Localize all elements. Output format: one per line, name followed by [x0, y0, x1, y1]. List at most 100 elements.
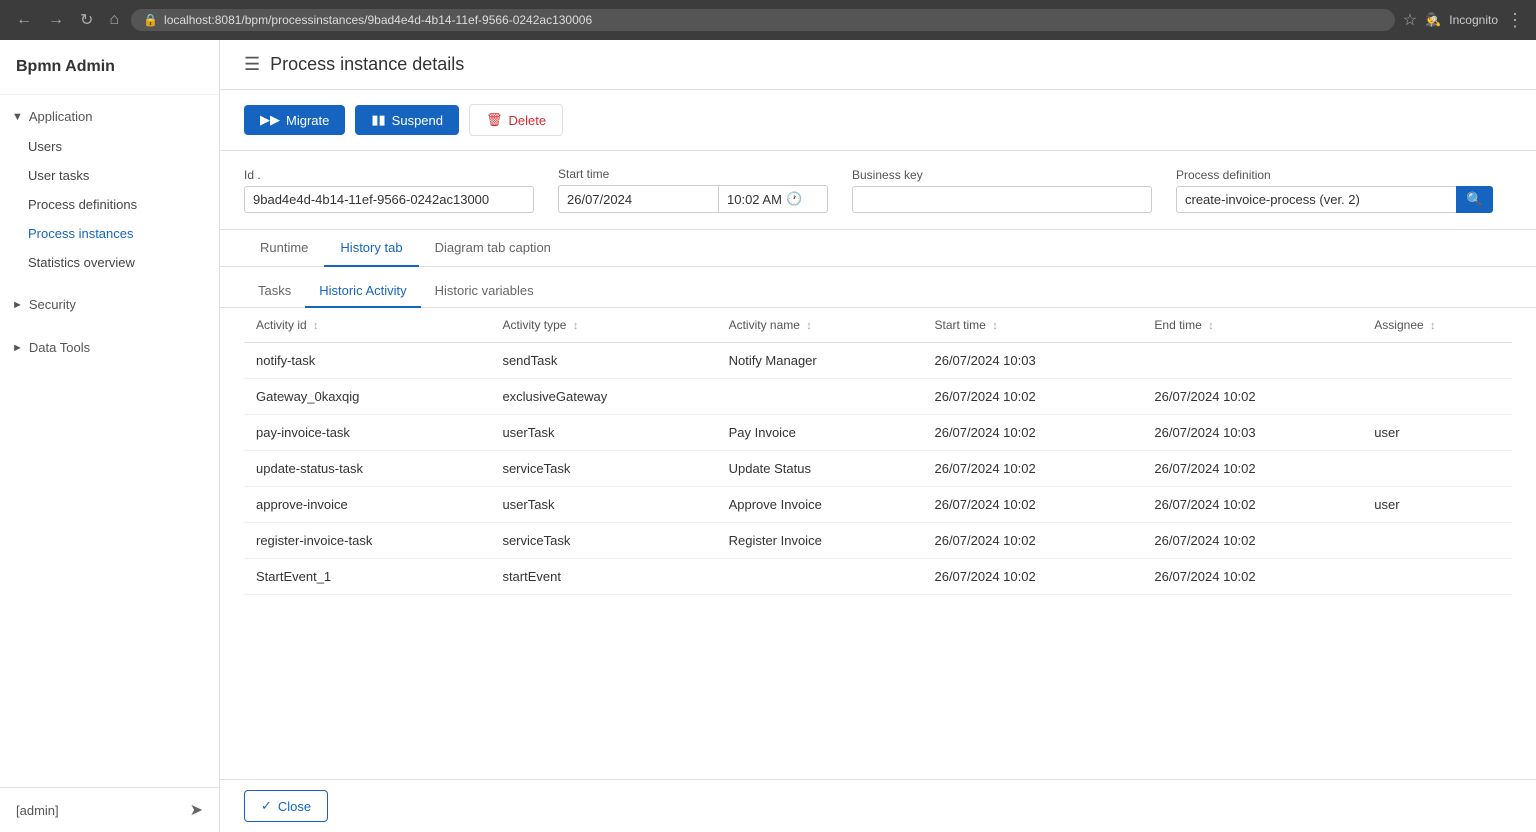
cell-assignee	[1362, 523, 1512, 559]
reload-button[interactable]: ↻	[76, 6, 97, 34]
id-input[interactable]	[244, 186, 534, 213]
url-bar[interactable]: 🔒 localhost:8081/bpm/processinstances/9b…	[131, 9, 1395, 31]
bookmark-icon[interactable]: ☆	[1403, 10, 1417, 30]
secondary-tabs: Tasks Historic Activity Historic variabl…	[220, 267, 1536, 308]
sidebar-title: Bpmn Admin	[0, 40, 219, 95]
cell-end-time: 26/07/2024 10:02	[1142, 559, 1362, 595]
sidebar-item-process-instances[interactable]: Process instances	[0, 219, 219, 248]
sidebar-group-application[interactable]: ▼ Application	[0, 101, 219, 132]
footer-user: [admin]	[16, 803, 59, 818]
start-date-input[interactable]	[558, 185, 718, 213]
historic-activity-table: Activity id ↕ Activity type ↕ Activity n…	[244, 308, 1512, 595]
sort-icon-end-time: ↕	[1208, 320, 1214, 332]
chevron-down-icon: ▼	[12, 111, 23, 123]
cell-start-time: 26/07/2024 10:02	[922, 487, 1142, 523]
home-button[interactable]: ⌂	[105, 7, 123, 33]
col-activity-id[interactable]: Activity id ↕	[244, 308, 490, 343]
cell-activity-name	[717, 379, 923, 415]
tab-tasks[interactable]: Tasks	[244, 275, 305, 308]
suspend-button[interactable]: ▮▮ Suspend	[355, 105, 459, 135]
cell-assignee	[1362, 451, 1512, 487]
page-title: Process instance details	[270, 54, 464, 75]
cell-assignee	[1362, 343, 1512, 379]
more-icon[interactable]: ⋮	[1506, 10, 1524, 31]
logout-icon[interactable]: ➤	[190, 800, 203, 820]
cell-activity-name	[717, 559, 923, 595]
sidebar-group-data-tools[interactable]: ► Data Tools	[0, 332, 219, 363]
field-id: Id .	[244, 168, 534, 213]
tab-runtime[interactable]: Runtime	[244, 230, 324, 267]
cell-assignee: user	[1362, 487, 1512, 523]
forward-button[interactable]: →	[44, 7, 68, 33]
table-row: approve-invoiceuserTaskApprove Invoice26…	[244, 487, 1512, 523]
sidebar-item-users[interactable]: Users	[0, 132, 219, 161]
back-button[interactable]: ←	[12, 7, 36, 33]
table-row: StartEvent_1startEvent 26/07/2024 10:0226…	[244, 559, 1512, 595]
cell-activity-name: Approve Invoice	[717, 487, 923, 523]
sidebar-item-statistics-overview[interactable]: Statistics overview	[0, 248, 219, 277]
tab-history[interactable]: History tab	[324, 230, 418, 267]
process-definition-label: Process definition	[1176, 168, 1493, 182]
date-group: 10:02 AM 🕐	[558, 185, 828, 213]
sidebar-application-section: ▼ Application Users User tasks Process d…	[0, 95, 219, 283]
tab-historic-activity[interactable]: Historic Activity	[305, 275, 420, 308]
primary-tabs: Runtime History tab Diagram tab caption	[220, 230, 1536, 267]
sidebar-footer: [admin] ➤	[0, 787, 219, 832]
cell-end-time: 26/07/2024 10:02	[1142, 451, 1362, 487]
cell-activity-id: update-status-task	[244, 451, 490, 487]
cell-end-time: 26/07/2024 10:03	[1142, 415, 1362, 451]
business-key-input[interactable]	[852, 186, 1152, 213]
col-start-time[interactable]: Start time ↕	[922, 308, 1142, 343]
delete-icon: 🗑	[486, 112, 503, 128]
cell-activity-type: startEvent	[490, 559, 716, 595]
cell-start-time: 26/07/2024 10:02	[922, 451, 1142, 487]
sort-icon-assignee: ↕	[1430, 320, 1436, 332]
tab-diagram[interactable]: Diagram tab caption	[419, 230, 567, 267]
cell-end-time: 26/07/2024 10:02	[1142, 523, 1362, 559]
process-definition-search-button[interactable]: 🔍	[1456, 186, 1493, 213]
chevron-right-icon2: ►	[12, 342, 23, 354]
table-container: Activity id ↕ Activity type ↕ Activity n…	[220, 308, 1536, 779]
check-icon: ✓	[261, 798, 272, 814]
incognito-icon: 🕵	[1425, 12, 1441, 28]
sidebar-item-user-tasks[interactable]: User tasks	[0, 161, 219, 190]
business-key-label: Business key	[852, 168, 1152, 182]
sidebar: Bpmn Admin ▼ Application Users User task…	[0, 40, 220, 832]
sidebar-item-process-definitions[interactable]: Process definitions	[0, 190, 219, 219]
browser-actions: ☆ 🕵 Incognito ⋮	[1403, 10, 1524, 31]
sort-icon-activity-type: ↕	[573, 320, 579, 332]
start-time-label: Start time	[558, 167, 828, 181]
table-row: register-invoice-taskserviceTaskRegister…	[244, 523, 1512, 559]
col-end-time[interactable]: End time ↕	[1142, 308, 1362, 343]
process-definition-input[interactable]	[1176, 186, 1456, 213]
clock-icon: 🕐	[786, 191, 802, 207]
id-label: Id .	[244, 168, 534, 182]
sidebar-group-security[interactable]: ► Security	[0, 289, 219, 320]
cell-start-time: 26/07/2024 10:02	[922, 415, 1142, 451]
main-content: ☰ Process instance details ▶▶ Migrate ▮▮…	[220, 40, 1536, 832]
migrate-button[interactable]: ▶▶ Migrate	[244, 105, 345, 135]
cell-activity-type: sendTask	[490, 343, 716, 379]
time-value: 10:02 AM	[727, 192, 782, 207]
cell-activity-name: Update Status	[717, 451, 923, 487]
table-row: Gateway_0kaxqigexclusiveGateway26/07/202…	[244, 379, 1512, 415]
cell-activity-name: Register Invoice	[717, 523, 923, 559]
close-button[interactable]: ✓ Close	[244, 790, 328, 822]
delete-button[interactable]: 🗑 Delete	[469, 104, 563, 136]
cell-activity-id: StartEvent_1	[244, 559, 490, 595]
cell-activity-id: approve-invoice	[244, 487, 490, 523]
migrate-icon: ▶▶	[260, 112, 280, 128]
table-row: notify-tasksendTaskNotify Manager26/07/2…	[244, 343, 1512, 379]
menu-icon[interactable]: ☰	[244, 54, 260, 75]
cell-activity-id: Gateway_0kaxqig	[244, 379, 490, 415]
url-text: localhost:8081/bpm/processinstances/9bad…	[164, 13, 592, 27]
col-activity-type[interactable]: Activity type ↕	[490, 308, 716, 343]
cell-start-time: 26/07/2024 10:02	[922, 559, 1142, 595]
action-bar: ▶▶ Migrate ▮▮ Suspend 🗑 Delete	[220, 90, 1536, 151]
cell-start-time: 26/07/2024 10:03	[922, 343, 1142, 379]
cell-end-time: 26/07/2024 10:02	[1142, 379, 1362, 415]
col-activity-name[interactable]: Activity name ↕	[717, 308, 923, 343]
tab-historic-variables[interactable]: Historic variables	[421, 275, 548, 308]
suspend-icon: ▮▮	[371, 112, 385, 128]
col-assignee[interactable]: Assignee ↕	[1362, 308, 1512, 343]
